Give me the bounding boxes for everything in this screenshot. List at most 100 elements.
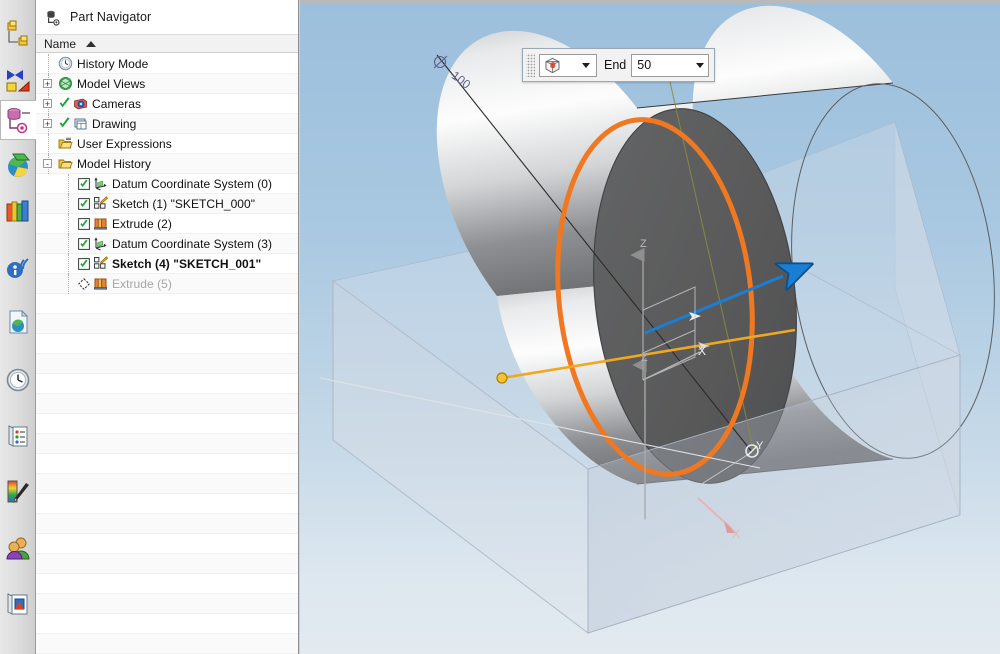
graphics-viewport[interactable]: 100 Z X Z Y X End 50 [300,0,1000,654]
tree-item-datum-coordinate-system-3[interactable]: Datum Coordinate System (3) [36,234,298,254]
toolbar-drag-grip[interactable] [526,53,535,77]
tree-item-label: Sketch (1) "SKETCH_000" [112,196,256,211]
history-icon [6,368,30,392]
system-scene-icon [7,480,29,504]
feature-suppress-checkbox-checked[interactable] [78,217,90,230]
tree-empty-row[interactable] [36,474,298,494]
tree-item-label: User Expressions [77,136,172,151]
tree-expand-icon[interactable]: + [43,119,52,129]
chevron-down-icon[interactable] [582,62,590,68]
part-navigator-title: Part Navigator [70,10,152,24]
tree-empty-row[interactable] [36,594,298,614]
tree-empty-row[interactable] [36,294,298,314]
tree-item-content: Model History [58,156,151,171]
extrude-end-value-field[interactable]: 50 [631,53,710,77]
tree-empty-row[interactable] [36,634,298,654]
drawing-icon [74,118,87,130]
tree-item-user-expressions[interactable]: User Expressions [36,134,298,154]
tree-column-header-name[interactable]: Name [36,34,298,53]
tree-item-history-mode[interactable]: History Mode [36,54,298,74]
web-page-icon [9,309,29,334]
tree-item-content: Cameras [58,96,141,111]
extrude-floating-toolbar[interactable]: End 50 [522,48,716,82]
feature-not-created-marker[interactable] [78,277,90,290]
chevron-down-icon[interactable] [696,62,705,68]
tree-item-content: Extrude (5) [78,276,172,291]
tree-item-model-history[interactable]: - Model History [36,154,298,174]
datum-csys-icon [94,237,107,251]
tree-item-extrude-2[interactable]: Extrude (2) [36,214,298,234]
tree-empty-row[interactable] [36,454,298,474]
tree-empty-row[interactable] [36,614,298,634]
tree-expand-icon[interactable]: + [43,99,52,109]
resource-bar-item-process-studio[interactable] [0,416,36,456]
constraint-navigator-icon [6,70,30,92]
part-navigator-panel: Part Navigator Name History Mode + Model V… [36,0,299,654]
tree-item-label: Extrude (2) [112,216,172,231]
feature-suppress-checkbox-checked[interactable] [78,257,90,270]
resource-bar-item-reuse-library[interactable] [0,146,36,186]
tree-empty-row[interactable] [36,494,298,514]
tree-connector [68,254,69,274]
status-check-icon [59,97,70,108]
tree-empty-row[interactable] [36,394,298,414]
sort-ascending-icon[interactable] [86,40,97,47]
tree-item-label: Model Views [77,76,146,91]
tree-empty-row[interactable] [36,434,298,454]
extrude-type-dropdown[interactable] [539,53,597,77]
tree-item-datum-coordinate-system-0[interactable]: Datum Coordinate System (0) [36,174,298,194]
part-navigator-tree[interactable]: History Mode + Model Views + Cameras + Drawing… [36,54,298,654]
tree-item-model-views[interactable]: + Model Views [36,74,298,94]
process-studio-icon [8,425,28,447]
extrude-body-icon [545,57,560,73]
tree-item-sketch-4-sketch-001[interactable]: Sketch (4) "SKETCH_001" [36,254,298,274]
tree-connector [68,174,69,194]
tree-item-content: Drawing [58,116,136,131]
tree-item-label: Cameras [92,96,142,111]
tree-empty-row[interactable] [36,354,298,374]
model-views-icon [59,77,72,90]
feature-suppress-checkbox-checked[interactable] [78,177,90,190]
tree-item-content: History Mode [58,56,148,71]
tree-expand-icon[interactable]: + [43,79,52,89]
tree-collapse-icon[interactable]: - [43,159,52,169]
tree-item-content: Sketch (1) "SKETCH_000" [78,196,255,211]
resource-bar-item-assembly-navigator[interactable] [0,14,36,54]
resource-bar-item-history[interactable] [0,360,36,400]
resource-bar-item-hd3d-tools[interactable] [0,192,36,232]
feature-suppress-checkbox-checked[interactable] [78,237,90,250]
tree-empty-row[interactable] [36,514,298,534]
tree-item-sketch-1-sketch-000[interactable]: Sketch (1) "SKETCH_000" [36,194,298,214]
tree-empty-row[interactable] [36,534,298,554]
resource-bar-item-part-navigator[interactable] [0,100,37,140]
tree-connector [48,134,49,154]
tree-item-extrude-5[interactable]: Extrude (5) [36,274,298,294]
tree-connector [48,54,49,74]
nx-application-window: Part Navigator Name History Mode + Model V… [0,0,1000,654]
feature-suppress-checkbox-checked[interactable] [78,197,90,210]
viewport-graphics [319,5,995,634]
resource-bar-item-system-scene[interactable] [0,472,36,512]
system-visualization-icon [7,593,28,615]
resource-bar-item-constraint-navigator[interactable] [0,60,36,100]
tree-item-label: Model History [77,156,152,171]
roles-icon [6,537,30,560]
tree-item-content: Datum Coordinate System (3) [78,236,272,251]
extrude-end-value[interactable]: 50 [637,58,651,72]
tree-empty-row[interactable] [36,374,298,394]
resource-bar-item-web-browser[interactable] [0,246,36,286]
resource-bar-item-system-visualization[interactable] [0,584,36,624]
tree-empty-row[interactable] [36,554,298,574]
tree-item-drawing[interactable]: + Drawing [36,114,298,134]
tree-empty-row[interactable] [36,334,298,354]
tree-item-label: History Mode [77,56,149,71]
resource-bar-item-html-page[interactable] [0,302,36,342]
part-navigator-icon [47,10,60,26]
assembly-navigator-icon [7,20,28,46]
tree-item-cameras[interactable]: + Cameras [36,94,298,114]
tree-connector [68,274,69,294]
tree-empty-row[interactable] [36,574,298,594]
tree-empty-row[interactable] [36,414,298,434]
tree-empty-row[interactable] [36,314,298,334]
resource-bar-item-roles[interactable] [0,528,36,568]
